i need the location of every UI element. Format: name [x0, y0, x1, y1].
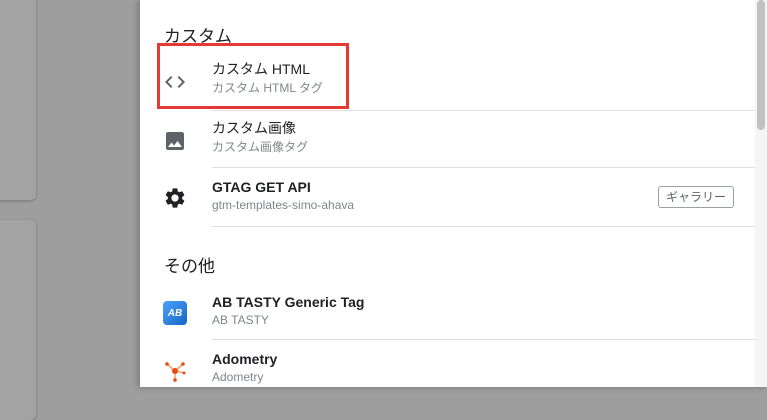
gear-icon [162, 185, 188, 211]
gallery-badge: ギャラリー [658, 186, 734, 208]
highlight-box [157, 43, 349, 109]
background-card [0, 220, 36, 420]
image-icon [162, 128, 188, 154]
tag-item-custom-image[interactable]: カスタム画像 カスタム画像タグ [140, 111, 755, 169]
ab-tasty-logo-icon: AB [162, 300, 188, 326]
tag-item-subtitle: AB TASTY [212, 313, 269, 327]
scrollbar-thumb[interactable] [757, 0, 765, 130]
section-title-other: その他 [164, 257, 215, 276]
tag-item-subtitle: gtm-templates-simo-ahava [212, 198, 355, 212]
divider [212, 226, 755, 227]
tag-item-subtitle: Adometry [212, 370, 264, 384]
tag-item-title: GTAG GET API [212, 179, 311, 195]
tag-item-subtitle: カスタム画像タグ [212, 140, 309, 154]
tag-item-adometry[interactable]: Adometry Adometry [140, 340, 755, 387]
tag-item-ab-tasty[interactable]: AB AB TASTY Generic Tag AB TASTY [140, 283, 755, 341]
tag-type-panel: カスタム カスタム HTML カスタム HTML タグ カスタム画像 カスタム画… [140, 0, 767, 387]
tag-item-title: AB TASTY Generic Tag [212, 294, 365, 310]
ab-tasty-logo-text: AB [163, 301, 187, 325]
tag-item-title: カスタム画像 [212, 120, 296, 136]
adometry-logo-icon [162, 357, 188, 383]
tag-item-title: Adometry [212, 351, 278, 367]
background-card [0, 0, 36, 200]
scrollbar[interactable] [755, 0, 767, 387]
